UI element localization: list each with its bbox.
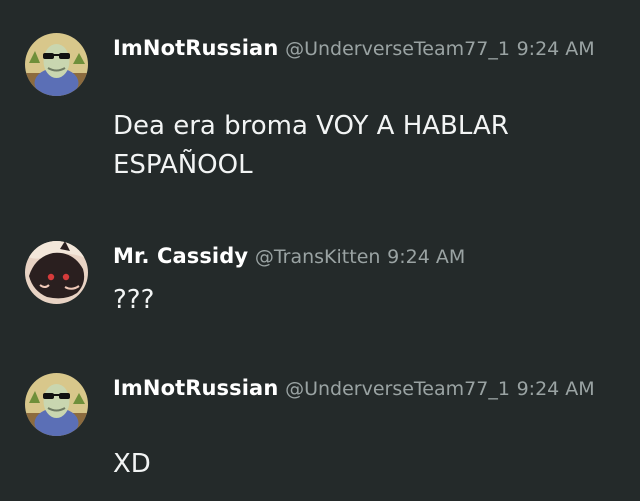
author-name[interactable]: ImNotRussian — [113, 36, 278, 60]
message-time: 9:24 AM — [387, 246, 466, 268]
message-text: XD — [113, 449, 151, 479]
author-handle[interactable]: @UnderverseTeam77_1 — [285, 378, 510, 400]
message-header: ImNotRussian @UnderverseTeam77_1 9:24 AM — [113, 32, 613, 65]
message-time: 9:24 AM — [516, 38, 595, 60]
sunglasses-character-avatar-icon — [25, 373, 88, 436]
message-text: ??? — [113, 285, 155, 315]
message-text: Dea era broma VOY A HABLAR ESPAÑOOL — [113, 111, 509, 180]
user-avatar[interactable] — [25, 241, 88, 304]
author-name[interactable]: Mr. Cassidy — [113, 244, 248, 268]
author-name[interactable]: ImNotRussian — [113, 376, 278, 400]
user-avatar[interactable] — [25, 33, 88, 96]
author-handle[interactable]: @UnderverseTeam77_1 — [285, 38, 510, 60]
dark-creature-avatar-icon — [25, 241, 88, 304]
user-avatar[interactable] — [25, 373, 88, 436]
sunglasses-character-avatar-icon — [25, 33, 88, 96]
message-header: Mr. Cassidy @TransKitten 9:24 AM — [113, 240, 613, 273]
message-time: 9:24 AM — [516, 378, 595, 400]
message-header: ImNotRussian @UnderverseTeam77_1 9:24 AM — [113, 372, 613, 405]
author-handle[interactable]: @TransKitten — [255, 246, 381, 268]
